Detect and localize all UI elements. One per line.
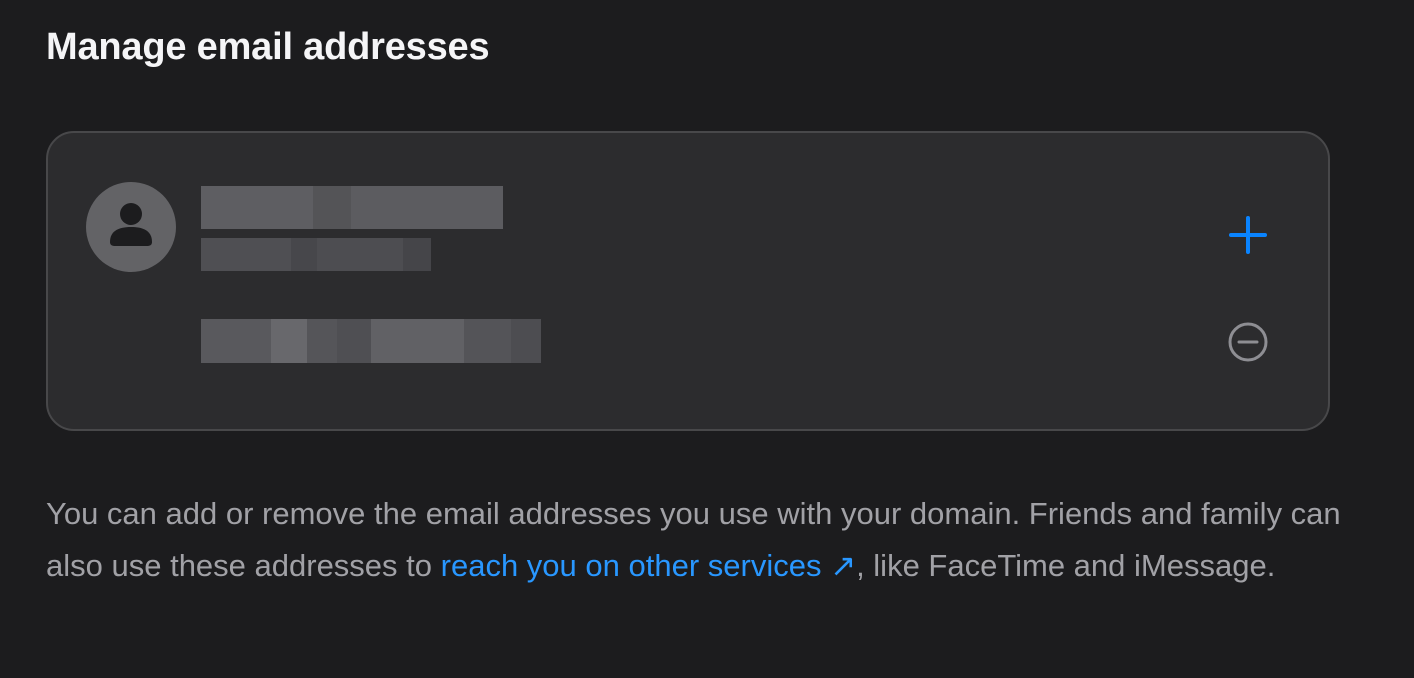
reach-you-link[interactable]: reach you on other services ↗ xyxy=(441,548,856,583)
external-link-icon: ↗ xyxy=(830,548,857,583)
remove-email-button[interactable] xyxy=(1227,321,1269,363)
minus-circle-icon xyxy=(1228,322,1268,362)
manage-email-page: Manage email addresses You can add or re… xyxy=(0,0,1414,678)
annotation-arrow xyxy=(988,317,1228,413)
redacted-email-address xyxy=(201,319,541,363)
add-email-button[interactable] xyxy=(1227,214,1269,256)
avatar xyxy=(86,182,176,272)
person-icon xyxy=(110,203,152,246)
redacted-account-email xyxy=(201,238,431,271)
description-text: You can add or remove the email addresse… xyxy=(46,496,1341,583)
email-addresses-card xyxy=(46,131,1330,431)
page-title: Manage email addresses xyxy=(46,26,490,68)
redacted-name xyxy=(201,186,503,229)
